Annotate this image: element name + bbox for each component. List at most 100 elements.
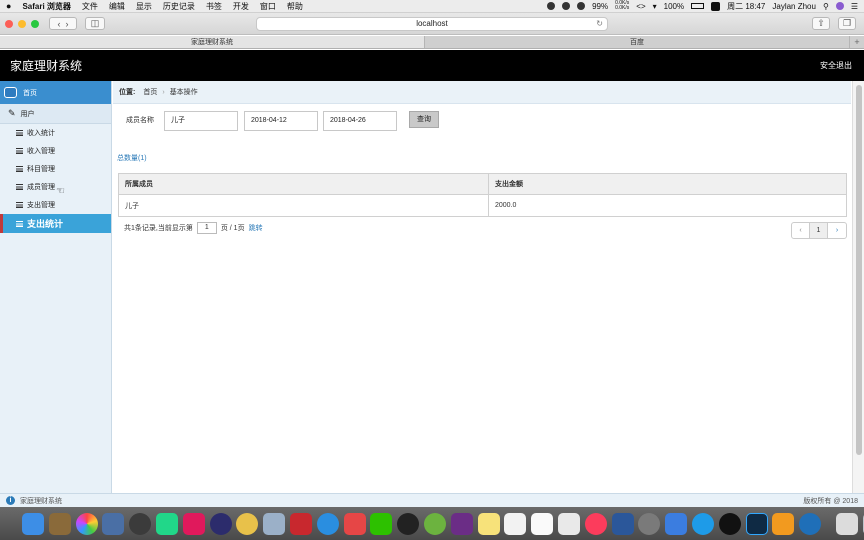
logout-link[interactable]: 安全退出 [820, 60, 852, 71]
tabs-overview-icon[interactable]: ❐ [838, 17, 856, 30]
code-icon[interactable]: <> [636, 2, 645, 11]
wechat-status-icon[interactable] [577, 2, 586, 10]
breadcrumb-home[interactable]: 首页 [143, 87, 157, 97]
safari-icon[interactable] [316, 512, 339, 535]
pycharm-icon[interactable] [155, 512, 178, 535]
launchpad-icon[interactable] [129, 512, 152, 535]
url-text[interactable]: localhost [416, 19, 448, 28]
sidebar-item-subject-manage[interactable]: 科目管理 [0, 160, 111, 178]
s-app-icon[interactable] [711, 1, 721, 11]
footer-copyright: 版权所有 @ 2018 [803, 497, 858, 505]
battery-level[interactable]: 100% [664, 2, 684, 11]
stickies-icon[interactable] [477, 512, 500, 535]
menu-bar: ● Safari 浏览器 文件 编辑 显示 历史记录 书签 开发 窗口 帮助 9… [0, 0, 864, 13]
address-bar[interactable]: localhost ↻ [256, 17, 608, 31]
record-icon[interactable] [547, 2, 556, 10]
reload-icon[interactable]: ↻ [596, 18, 603, 30]
green-app-icon[interactable] [423, 512, 446, 535]
scrollbar-thumb[interactable] [856, 85, 862, 455]
new-tab-button[interactable]: + [850, 36, 864, 48]
wifi-icon[interactable]: ▾ [653, 2, 657, 11]
finder-icon[interactable] [22, 512, 44, 535]
system-preferences-icon[interactable] [638, 512, 661, 535]
qq-status-icon[interactable] [562, 2, 571, 10]
end-date-input[interactable]: 2018-04-26 [323, 111, 397, 131]
table-row[interactable]: 儿子 2000.0 [119, 195, 846, 216]
share-icon[interactable]: ⇧ [812, 17, 830, 30]
siri-icon[interactable] [835, 2, 844, 10]
member-name-label: 成员名称 [126, 117, 154, 124]
notification-icon[interactable]: ☰ [851, 2, 858, 11]
sidebar-item-home[interactable]: 首页 [0, 81, 111, 104]
start-date-input[interactable]: 2018-04-12 [244, 111, 318, 131]
cloud-icon [4, 87, 17, 98]
main-content: 位置: 首页 › 基本操作 成员名称 儿子 2018-04-12 2018-04… [113, 81, 851, 493]
zoom-window-icon[interactable] [31, 19, 39, 28]
member-name-input[interactable]: 儿子 [164, 111, 238, 131]
user-name[interactable]: Jaylan Zhou [772, 2, 816, 11]
mail-icon[interactable] [343, 512, 366, 535]
sidebar-item-expense-stats[interactable]: 支出统计 [0, 214, 111, 233]
vertical-scrollbar[interactable] [852, 81, 864, 493]
minimize-window-icon[interactable] [18, 19, 26, 28]
menu-window[interactable]: 窗口 [260, 1, 276, 12]
spotlight-icon[interactable]: ⚲ [823, 2, 829, 11]
tab-baidu[interactable]: 百度 [425, 36, 850, 48]
itunes-icon[interactable] [584, 512, 607, 535]
menu-develop[interactable]: 开发 [233, 1, 249, 12]
cyberduck-icon[interactable] [236, 512, 259, 535]
document-icon[interactable] [835, 512, 858, 535]
edit-icon: ✎ [8, 108, 16, 118]
close-window-icon[interactable] [5, 19, 13, 28]
sidebar-item-income-manage[interactable]: 收入管理 [0, 142, 111, 160]
back-forward-buttons[interactable]: ‹ › [49, 17, 77, 30]
sidebar-item-label: 收入管理 [27, 148, 55, 155]
teamviewer-icon[interactable] [691, 512, 714, 535]
sublime-icon[interactable] [772, 512, 795, 535]
calendar-icon[interactable] [531, 512, 554, 535]
axure-rp-icon[interactable] [450, 512, 473, 535]
database-icon[interactable] [263, 512, 286, 535]
battery-icon[interactable] [691, 3, 705, 9]
intellij-icon[interactable] [182, 512, 205, 535]
sidebar-item-expense-manage[interactable]: 支出管理 [0, 196, 111, 214]
sidebar-item-label: 科目管理 [27, 166, 55, 173]
qq-penguin-icon[interactable] [718, 512, 741, 535]
page-number-input[interactable]: 1 [196, 222, 217, 234]
menu-view[interactable]: 显示 [136, 1, 152, 12]
sidebar-item-income-stats[interactable]: 收入统计 [0, 124, 111, 142]
menu-bookmarks[interactable]: 书签 [206, 1, 222, 12]
total-count: 总数量(1) [117, 155, 147, 162]
menu-safari[interactable]: Safari 浏览器 [22, 1, 70, 12]
prev-page-button[interactable]: ‹ [792, 223, 810, 238]
apple-menu-icon[interactable]: ● [6, 1, 11, 11]
menu-history[interactable]: 历史记录 [163, 1, 195, 12]
page-1-button[interactable]: 1 [810, 223, 828, 238]
redis-icon[interactable] [289, 512, 312, 535]
next-page-button[interactable]: › [828, 223, 846, 238]
photoshop-icon[interactable] [745, 512, 768, 535]
clock[interactable]: 周二 18:47 [727, 1, 765, 12]
wechat-icon[interactable] [370, 512, 393, 535]
back-icon[interactable]: ‹ [57, 19, 60, 29]
baidu-netdisk-icon[interactable] [665, 512, 688, 535]
word-icon[interactable] [611, 512, 634, 535]
menu-help[interactable]: 帮助 [287, 1, 303, 12]
photos-icon[interactable] [75, 512, 98, 535]
preview-icon[interactable] [557, 512, 580, 535]
forward-icon[interactable]: › [66, 19, 69, 29]
menu-edit[interactable]: 编辑 [109, 1, 125, 12]
reminders-icon[interactable] [504, 512, 527, 535]
tab-family-finance[interactable]: 家庭理财系统 [0, 36, 425, 48]
notes-book-icon[interactable] [48, 512, 71, 535]
query-button[interactable]: 查询 [409, 111, 439, 128]
jump-link[interactable]: 跳转 [249, 223, 263, 233]
sidebar-group-user[interactable]: ✎ 用户 [0, 104, 111, 124]
edge-icon[interactable] [799, 512, 822, 535]
sidebar-toggle-icon[interactable]: ◫ [85, 17, 105, 30]
qq-icon[interactable] [397, 512, 420, 535]
battery-percent[interactable]: 99% [592, 2, 608, 11]
xcode-icon[interactable] [102, 512, 125, 535]
eclipse-icon[interactable] [209, 512, 232, 535]
menu-file[interactable]: 文件 [82, 1, 98, 12]
